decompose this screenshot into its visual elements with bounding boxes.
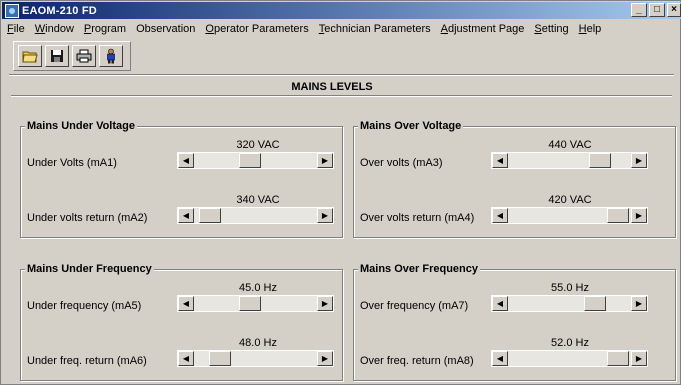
scroll-left-button[interactable]: ◀ xyxy=(178,351,194,366)
menu-file[interactable]: File xyxy=(7,23,25,35)
slider-thumb[interactable] xyxy=(239,153,261,168)
user-button[interactable] xyxy=(99,45,123,67)
scroll-left-button[interactable]: ◀ xyxy=(178,153,194,168)
scroll-left-button[interactable]: ◀ xyxy=(492,153,508,168)
under-volts-slider[interactable]: ◀ ▶ xyxy=(177,152,334,169)
row-label: Over frequency (mA7) xyxy=(360,300,469,312)
scroll-right-button[interactable]: ▶ xyxy=(317,208,333,223)
value-readout: 440 VAC xyxy=(548,139,592,151)
print-button[interactable] xyxy=(72,45,96,67)
maximize-button[interactable]: □ xyxy=(649,3,665,17)
menu-help[interactable]: Help xyxy=(579,23,602,35)
over-volts-slider[interactable]: ◀ ▶ xyxy=(491,152,648,169)
value-readout: 52.0 Hz xyxy=(551,337,589,349)
scroll-left-button[interactable]: ◀ xyxy=(492,351,508,366)
menu-operator-parameters[interactable]: Operator Parameters xyxy=(205,23,308,35)
open-folder-icon xyxy=(22,51,38,63)
row-label: Under volts return (mA2) xyxy=(27,212,148,224)
value-readout: 320 VAC xyxy=(236,139,280,151)
value-readout: 55.0 Hz xyxy=(551,282,589,294)
scroll-left-button[interactable]: ◀ xyxy=(178,208,194,223)
group-mains-under-voltage: Mains Under Voltage 320 VAC Under Volts … xyxy=(20,120,343,238)
toolbar-divider xyxy=(9,74,674,76)
under-freq-return-slider[interactable]: ◀ ▶ xyxy=(177,350,334,367)
value-readout: 45.0 Hz xyxy=(239,282,277,294)
scroll-right-button[interactable]: ▶ xyxy=(631,296,647,311)
row-label: Under freq. return (mA6) xyxy=(27,355,147,367)
menu-program[interactable]: Program xyxy=(84,23,126,35)
slider-thumb[interactable] xyxy=(239,296,261,311)
scroll-right-button[interactable]: ▶ xyxy=(317,153,333,168)
minimize-button[interactable]: _ xyxy=(631,3,647,17)
scroll-right-button[interactable]: ▶ xyxy=(317,296,333,311)
slider-thumb[interactable] xyxy=(209,351,231,366)
group-mains-under-frequency: Mains Under Frequency 45.0 Hz Under freq… xyxy=(20,263,343,381)
value-readout: 340 VAC xyxy=(236,194,280,206)
group-title: Mains Over Frequency xyxy=(358,263,480,275)
page-title-divider xyxy=(11,95,672,97)
scroll-right-button[interactable]: ▶ xyxy=(631,208,647,223)
menu-technician-parameters[interactable]: Technician Parameters xyxy=(319,23,431,35)
app-icon xyxy=(5,3,19,18)
row-label: Over volts (mA3) xyxy=(360,157,443,169)
slider-thumb[interactable] xyxy=(199,208,221,223)
app-window: EAOM-210 FD _ □ × File Window Program Ob… xyxy=(0,0,681,385)
under-frequency-slider[interactable]: ◀ ▶ xyxy=(177,295,334,312)
menu-adjustment-page[interactable]: Adjustment Page xyxy=(441,23,525,35)
menu-bar: File Window Program Observation Operator… xyxy=(2,20,681,38)
over-volts-return-slider[interactable]: ◀ ▶ xyxy=(491,207,648,224)
menu-observation[interactable]: Observation xyxy=(136,23,195,35)
over-freq-return-slider[interactable]: ◀ ▶ xyxy=(491,350,648,367)
window-controls: _ □ × xyxy=(629,3,681,17)
value-readout: 420 VAC xyxy=(548,194,592,206)
slider-thumb[interactable] xyxy=(607,351,629,366)
group-title: Mains Under Voltage xyxy=(25,120,137,132)
scroll-right-button[interactable]: ▶ xyxy=(631,351,647,366)
open-button[interactable] xyxy=(18,45,42,67)
toolbar xyxy=(13,41,131,71)
print-icon xyxy=(76,49,92,63)
over-frequency-slider[interactable]: ◀ ▶ xyxy=(491,295,648,312)
scroll-right-button[interactable]: ▶ xyxy=(631,153,647,168)
scroll-left-button[interactable]: ◀ xyxy=(178,296,194,311)
row-label: Under Volts (mA1) xyxy=(27,157,117,169)
slider-thumb[interactable] xyxy=(589,153,611,168)
save-button[interactable] xyxy=(45,45,69,67)
save-icon xyxy=(51,50,63,62)
slider-thumb[interactable] xyxy=(607,208,629,223)
scroll-right-button[interactable]: ▶ xyxy=(317,351,333,366)
scroll-left-button[interactable]: ◀ xyxy=(492,208,508,223)
group-title: Mains Under Frequency xyxy=(25,263,154,275)
row-label: Over freq. return (mA8) xyxy=(360,355,474,367)
window-title: EAOM-210 FD xyxy=(22,4,97,17)
under-volts-return-slider[interactable]: ◀ ▶ xyxy=(177,207,334,224)
page-title: MAINS LEVELS xyxy=(291,81,373,93)
group-mains-over-frequency: Mains Over Frequency 55.0 Hz Over freque… xyxy=(353,263,676,381)
row-label: Over volts return (mA4) xyxy=(360,212,475,224)
title-bar[interactable]: EAOM-210 FD _ □ × xyxy=(2,2,681,19)
row-label: Under frequency (mA5) xyxy=(27,300,142,312)
menu-setting[interactable]: Setting xyxy=(534,23,568,35)
slider-thumb[interactable] xyxy=(584,296,606,311)
menu-window[interactable]: Window xyxy=(35,23,74,35)
group-title: Mains Over Voltage xyxy=(358,120,464,132)
value-readout: 48.0 Hz xyxy=(239,337,277,349)
person-icon xyxy=(107,48,115,64)
scroll-left-button[interactable]: ◀ xyxy=(492,296,508,311)
group-mains-over-voltage: Mains Over Voltage 440 VAC Over volts (m… xyxy=(353,120,676,238)
close-button[interactable]: × xyxy=(667,3,681,17)
